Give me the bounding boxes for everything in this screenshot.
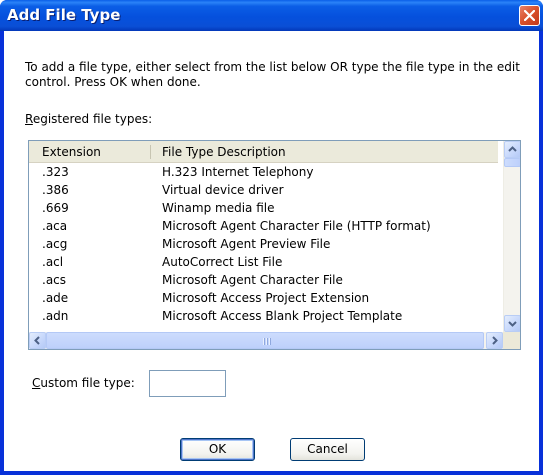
cancel-button[interactable]: Cancel [290,438,365,461]
list-item[interactable]: .ade Microsoft Access Project Extension [29,289,498,307]
list-header: Extension File Type Description [29,141,498,163]
list-item[interactable]: .acg Microsoft Agent Preview File [29,235,498,253]
list-item-description: Virtual device driver [162,183,284,197]
scroll-up-arrow-icon [508,146,517,152]
file-types-list[interactable]: Extension File Type Description .323 H.32… [28,140,521,350]
window-title: Add File Type [7,6,121,24]
scroll-left-button[interactable] [29,332,46,349]
list-item-description: H.323 Internet Telephony [162,165,314,179]
horizontal-scroll-thumb[interactable] [46,332,484,349]
list-item-extension: .acs [42,273,67,287]
list-item[interactable]: .669 Winamp media file [29,199,498,217]
dialog-body: To add a file type, either select from t… [4,31,539,471]
ok-button[interactable]: OK [180,438,255,461]
scroll-corner [503,332,520,349]
list-item[interactable]: .acl AutoCorrect List File [29,253,498,271]
list-item-description: AutoCorrect List File [162,255,283,269]
column-header-description[interactable]: File Type Description [162,145,286,159]
list-item[interactable]: .aca Microsoft Agent Character File (HTTP… [29,217,498,235]
custom-file-type-input[interactable] [149,370,226,397]
scroll-right-arrow-icon [492,336,498,345]
list-item-extension: .adn [42,309,69,323]
registered-file-types-label: Registered file types: [25,112,153,126]
custom-file-type-label: Custom file type: [32,376,135,390]
scroll-right-button[interactable] [486,332,503,349]
list-item-extension: .acg [42,237,68,251]
list-item-description: Microsoft Access Project Extension [162,291,370,305]
list-item-extension: .323 [42,165,69,179]
vertical-scroll-thumb[interactable] [504,158,520,167]
close-button[interactable] [519,5,540,26]
list-item-description: Microsoft Access Blank Project Template [162,309,403,323]
title-bar[interactable]: Add File Type [0,0,543,31]
list-item-extension: .acl [42,255,64,269]
list-item[interactable]: .acs Microsoft Agent Character File [29,271,498,289]
list-item[interactable]: .323 H.323 Internet Telephony [29,163,498,181]
list-item-description: Microsoft Agent Character File (HTTP for… [162,219,431,233]
list-item-description: Microsoft Agent Preview File [162,237,331,251]
list-item-extension: .669 [42,201,69,215]
list-item-description: Winamp media file [162,201,275,215]
scroll-down-arrow-icon [508,321,517,327]
list-item-extension: .386 [42,183,69,197]
list-item[interactable]: .386 Virtual device driver [29,181,498,199]
list-item-description: Microsoft Agent Character File [162,273,343,287]
scroll-left-arrow-icon [34,336,40,345]
scroll-down-button[interactable] [504,315,520,332]
list-item-extension: .ade [42,291,69,305]
column-divider[interactable] [150,145,151,159]
close-icon [524,10,535,21]
column-header-extension[interactable]: Extension [42,145,101,159]
instructions-text: To add a file type, either select from t… [25,60,520,89]
list-item[interactable]: .adn Microsoft Access Blank Project Templ… [29,307,498,325]
scroll-grip-icon [263,338,272,345]
vertical-scrollbar[interactable] [503,141,520,332]
scroll-up-button[interactable] [504,141,520,158]
horizontal-scrollbar[interactable] [29,332,520,349]
dialog-window: Add File Type To add a file type, either… [0,0,543,475]
list-item-extension: .aca [42,219,68,233]
